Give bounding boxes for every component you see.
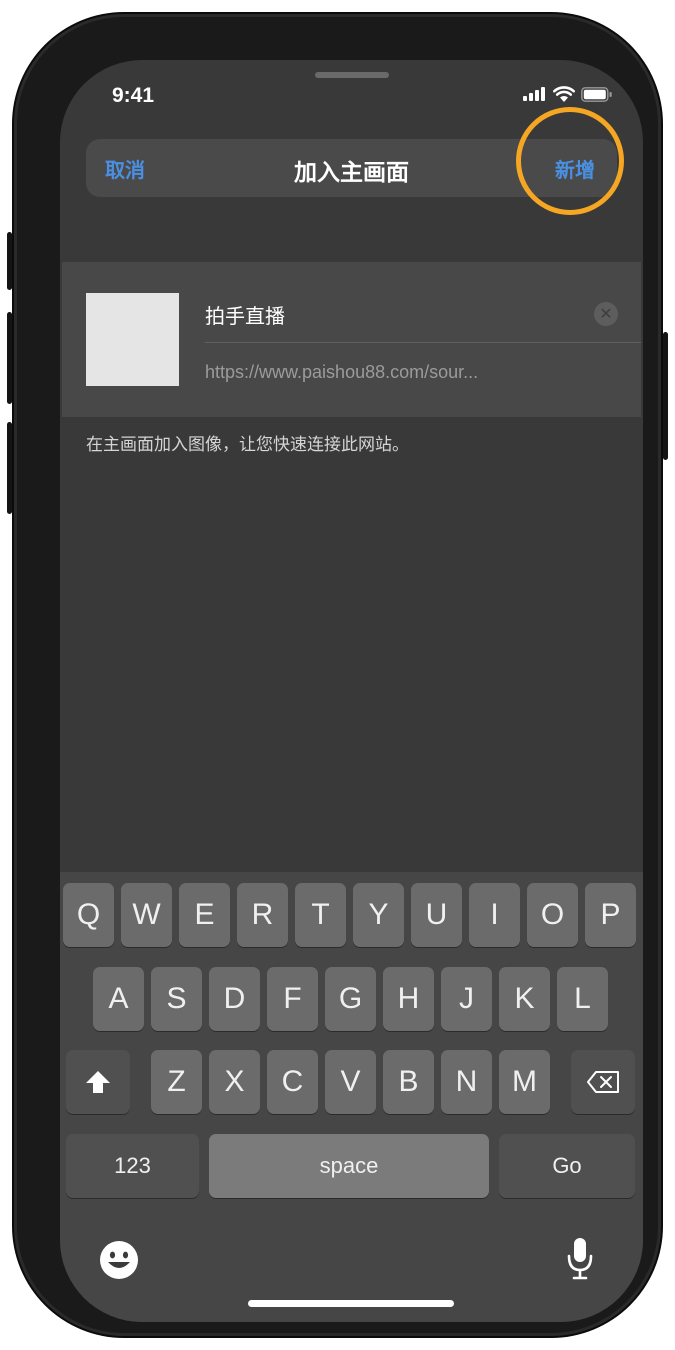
- key-t[interactable]: T: [295, 883, 346, 947]
- bookmark-url: https://www.paishou88.com/sour...: [205, 362, 479, 382]
- microphone-icon[interactable]: [565, 1236, 595, 1282]
- key-g[interactable]: G: [325, 967, 376, 1031]
- key-n[interactable]: N: [441, 1050, 492, 1114]
- wifi-icon: [553, 86, 575, 102]
- clear-text-icon[interactable]: ✕: [594, 302, 618, 326]
- bookmark-name-field[interactable]: 拍手直播: [205, 300, 285, 329]
- add-button-highlight-ring: [516, 107, 624, 215]
- key-r[interactable]: R: [237, 883, 288, 947]
- key-v[interactable]: V: [325, 1050, 376, 1114]
- hint-text: 在主画面加入图像，让您快速连接此网站。: [86, 435, 409, 455]
- speaker-notch: [315, 72, 389, 78]
- key-f[interactable]: F: [267, 967, 318, 1031]
- key-x[interactable]: X: [209, 1050, 260, 1114]
- key-z[interactable]: Z: [151, 1050, 202, 1114]
- mute-switch: [7, 232, 12, 290]
- key-c[interactable]: C: [267, 1050, 318, 1114]
- space-key[interactable]: space: [209, 1134, 489, 1198]
- field-divider: [205, 342, 641, 343]
- site-thumbnail: [86, 293, 179, 386]
- key-e[interactable]: E: [179, 883, 230, 947]
- shift-icon: [86, 1071, 110, 1093]
- volume-down-button: [7, 422, 12, 514]
- key-i[interactable]: I: [469, 883, 520, 947]
- key-s[interactable]: S: [151, 967, 202, 1031]
- keyboard: Q W E R T Y U I O P A S D F G H J K L Z …: [60, 872, 643, 1322]
- key-k[interactable]: K: [499, 967, 550, 1031]
- key-u[interactable]: U: [411, 883, 462, 947]
- key-w[interactable]: W: [121, 883, 172, 947]
- go-key[interactable]: Go: [499, 1134, 635, 1198]
- emoji-icon[interactable]: [98, 1239, 140, 1281]
- home-indicator[interactable]: [248, 1300, 454, 1307]
- key-d[interactable]: D: [209, 967, 260, 1031]
- volume-up-button: [7, 312, 12, 404]
- status-indicators: [523, 86, 613, 102]
- key-h[interactable]: H: [383, 967, 434, 1031]
- phone-frame: 9:41 取消 加入主画面 新增 拍手直播 ✕ https://www.pais…: [7, 14, 668, 1336]
- key-a[interactable]: A: [93, 967, 144, 1031]
- numbers-key[interactable]: 123: [66, 1134, 199, 1198]
- key-o[interactable]: O: [527, 883, 578, 947]
- key-p[interactable]: P: [585, 883, 636, 947]
- signal-icon: [523, 87, 545, 101]
- status-time: 9:41: [112, 84, 155, 107]
- bookmark-card: 拍手直播 ✕ https://www.paishou88.com/sour...: [62, 262, 641, 417]
- key-l[interactable]: L: [557, 967, 608, 1031]
- screen: 9:41 取消 加入主画面 新增 拍手直播 ✕ https://www.pais…: [60, 60, 643, 1322]
- power-button: [663, 332, 668, 460]
- delete-key[interactable]: [571, 1050, 635, 1114]
- key-j[interactable]: J: [441, 967, 492, 1031]
- battery-icon: [581, 86, 612, 102]
- key-b[interactable]: B: [383, 1050, 434, 1114]
- key-m[interactable]: M: [499, 1050, 550, 1114]
- key-q[interactable]: Q: [63, 883, 114, 947]
- backspace-icon: [587, 1071, 619, 1093]
- key-y[interactable]: Y: [353, 883, 404, 947]
- shift-key[interactable]: [66, 1050, 130, 1114]
